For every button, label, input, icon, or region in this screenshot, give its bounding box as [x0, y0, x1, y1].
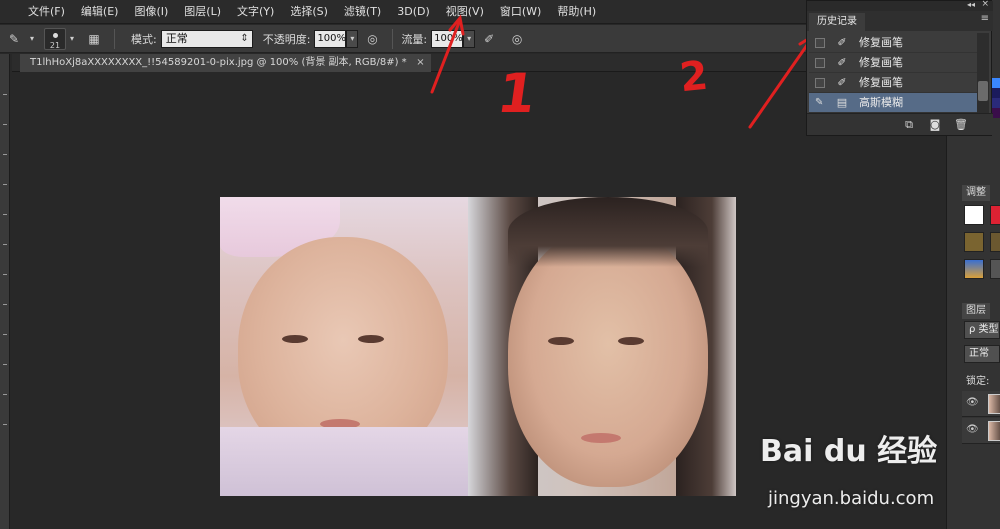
- layer-kind-filter[interactable]: ρ 类型: [964, 321, 1000, 339]
- menu-help[interactable]: 帮助(H): [549, 0, 604, 24]
- snapshot-source-checkbox[interactable]: [815, 78, 825, 88]
- panel-menu-icon[interactable]: ≡: [981, 13, 989, 24]
- tools-panel: [0, 54, 10, 529]
- history-list: ✐ 修复画笔 ✐ 修复画笔 ✐ 修复画笔 ✎ ▤ 高斯模糊: [809, 33, 979, 113]
- adjustment-brightness-icon[interactable]: [964, 205, 984, 225]
- flow-label: 流量:: [401, 32, 428, 46]
- layer-row[interactable]: 👁: [962, 391, 1000, 417]
- opacity-dropdown-icon[interactable]: ▾: [346, 29, 359, 48]
- photo-canvas[interactable]: [220, 197, 736, 496]
- history-panel: ◂◂ × 历史记录 ≡ ✐ 修复画笔 ✐ 修复画笔 ✐ 修复画笔 ✎ ▤ 高斯模…: [806, 0, 993, 136]
- bandage-icon: ✐: [837, 36, 847, 49]
- history-tab[interactable]: 历史记录: [809, 13, 865, 31]
- history-item-label: 修复画笔: [859, 76, 903, 89]
- layer-blend-mode[interactable]: 正常: [964, 345, 1000, 363]
- history-tab-row: 历史记录 ≡: [807, 11, 993, 31]
- eye: [282, 335, 308, 343]
- brush-panel-icon[interactable]: ▦: [84, 29, 104, 49]
- adjustments-tab[interactable]: 调整: [962, 185, 990, 201]
- history-scrollbar[interactable]: [977, 33, 989, 113]
- snapshot-source-checkbox[interactable]: [815, 38, 825, 48]
- layer-thumbnail: [988, 421, 1000, 441]
- hair: [508, 197, 708, 267]
- menu-view[interactable]: 视图(V): [438, 0, 492, 24]
- history-item[interactable]: ✐ 修复画笔: [809, 53, 979, 73]
- menu-file[interactable]: 文件(F): [20, 0, 73, 24]
- eye: [358, 335, 384, 343]
- new-document-from-state-icon[interactable]: ⧉: [901, 117, 917, 133]
- adjustment-photo-filter-icon[interactable]: [964, 259, 984, 279]
- ps-logo-icon: [0, 0, 20, 24]
- menu-edit[interactable]: 编辑(E): [73, 0, 127, 24]
- after-photo: [468, 197, 736, 496]
- layers-tab[interactable]: 图层: [962, 303, 990, 319]
- history-item-label: 修复画笔: [859, 56, 903, 69]
- history-item[interactable]: ✐ 修复画笔: [809, 33, 979, 53]
- history-item-active[interactable]: ✎ ▤ 高斯模糊: [809, 93, 979, 113]
- pajama: [220, 427, 468, 496]
- mode-label: 模式:: [131, 32, 157, 46]
- opacity-field[interactable]: 100%: [314, 29, 347, 48]
- separator: [114, 28, 115, 49]
- history-brush-source-icon[interactable]: ✎: [815, 98, 825, 108]
- history-item[interactable]: ✐ 修复画笔: [809, 73, 979, 93]
- healing-brush-tool-icon[interactable]: ✎: [4, 29, 24, 49]
- separator: [392, 28, 394, 49]
- close-icon[interactable]: ×: [416, 54, 424, 72]
- flow-field[interactable]: 100%: [431, 29, 464, 48]
- before-photo: [220, 197, 468, 496]
- adjustment-curves-icon[interactable]: [964, 232, 984, 252]
- airbrush-icon[interactable]: ✐: [479, 29, 499, 49]
- mode-select[interactable]: 正常: [160, 29, 253, 48]
- history-item-label: 高斯模糊: [859, 96, 903, 109]
- layer-thumbnail: [988, 394, 1000, 414]
- brush-size-value: 21: [49, 40, 61, 50]
- menu-window[interactable]: 窗口(W): [492, 0, 549, 24]
- watermark-url: jingyan.baidu.com: [768, 488, 935, 509]
- pressure-size-icon[interactable]: ◎: [507, 29, 527, 49]
- history-panel-header[interactable]: ◂◂ ×: [807, 0, 993, 11]
- adjustment-channel-icon[interactable]: [990, 259, 1000, 279]
- scroll-thumb[interactable]: [978, 81, 988, 101]
- collapse-icon[interactable]: ◂◂: [967, 0, 975, 9]
- eye-icon[interactable]: 👁: [966, 397, 979, 408]
- adjustment-levels-icon[interactable]: [990, 205, 1000, 225]
- bandage-icon: ✐: [837, 76, 847, 89]
- camera-icon[interactable]: ◙: [927, 117, 943, 133]
- lock-label: 锁定:: [966, 376, 990, 387]
- pressure-opacity-icon[interactable]: ◎: [362, 29, 382, 49]
- tool-preset-dropdown-icon[interactable]: ▾: [28, 29, 36, 49]
- menu-image[interactable]: 图像(I): [126, 0, 176, 24]
- flow-dropdown-icon[interactable]: ▾: [463, 29, 476, 48]
- history-panel-footer: ⧉ ◙ 🗑: [807, 113, 993, 135]
- brush-dropdown-icon[interactable]: ▾: [68, 29, 76, 49]
- eye: [548, 337, 574, 345]
- history-item-label: 修复画笔: [859, 36, 903, 49]
- menu-3d[interactable]: 3D(D): [389, 0, 438, 24]
- trash-icon[interactable]: 🗑: [953, 117, 969, 133]
- document-tab[interactable]: T1lhHoXj8aXXXXXXXX_!!54589201-0-pix.jpg …: [20, 54, 431, 72]
- baidu-watermark: Bai du 经验: [760, 434, 938, 469]
- menu-type[interactable]: 文字(Y): [229, 0, 282, 24]
- menu-select[interactable]: 选择(S): [282, 0, 336, 24]
- adjustment-exposure-icon[interactable]: [990, 232, 1000, 252]
- close-icon[interactable]: ×: [981, 0, 989, 9]
- document-icon: ▤: [836, 96, 848, 109]
- opacity-label: 不透明度:: [262, 32, 311, 46]
- eye: [618, 337, 644, 345]
- brush-size-preview[interactable]: 21: [44, 27, 66, 50]
- document-tab-title: T1lhHoXj8aXXXXXXXX_!!54589201-0-pix.jpg …: [30, 57, 407, 68]
- bandage-icon: ✐: [837, 56, 847, 69]
- menu-filter[interactable]: 滤镜(T): [336, 0, 389, 24]
- lips: [581, 433, 621, 443]
- annotation-step-2: 2: [677, 52, 711, 102]
- snapshot-source-checkbox[interactable]: [815, 58, 825, 68]
- menu-layer[interactable]: 图层(L): [176, 0, 229, 24]
